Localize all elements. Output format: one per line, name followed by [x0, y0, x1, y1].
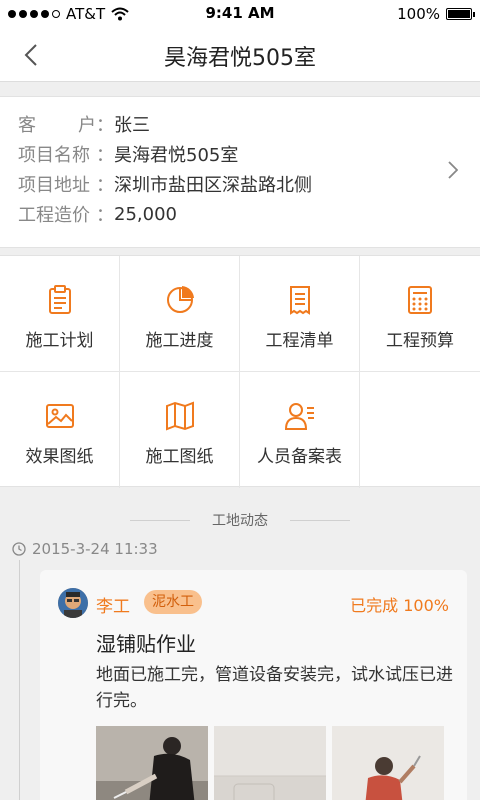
grid-item-effect-drawings[interactable]: 效果图纸: [0, 372, 120, 488]
customer-label: 客户：: [18, 115, 114, 136]
clipboard-icon: [48, 285, 71, 314]
grid-label: 工程预算: [386, 331, 454, 351]
grid-item-construction-drawings[interactable]: 施工图纸: [120, 372, 240, 488]
cost-label: 工程造价：: [18, 205, 114, 226]
project-info-card[interactable]: 客户： 张三 项目名称： 昊海君悦505室 项目地址： 深圳市盐田区深盐路北侧 …: [0, 96, 480, 248]
customer-value: 张三: [114, 115, 150, 136]
grid-item-personnel-record[interactable]: 人员备案表: [240, 372, 360, 488]
role-badge: 泥水工: [144, 590, 202, 614]
site-photo[interactable]: [96, 726, 208, 800]
grid-item-project-budget[interactable]: 工程预算: [360, 256, 480, 372]
feed-title: 湿铺贴作业: [96, 632, 196, 656]
battery-percent: 100%: [397, 5, 440, 23]
avatar[interactable]: [58, 588, 88, 618]
photo-strip: [96, 726, 444, 800]
site-photo[interactable]: [332, 726, 444, 800]
image-icon: [45, 404, 74, 428]
grid-item-construction-progress[interactable]: 施工进度: [120, 256, 240, 372]
feature-grid: 施工计划 施工进度 工程清单 工程预算 效果图纸 施工图纸 人员备案表: [0, 255, 480, 488]
grid-label: 人员备案表: [257, 447, 342, 467]
avatar-image: [58, 588, 88, 618]
pie-chart-icon: [166, 286, 194, 313]
info-row-address: 项目地址： 深圳市盐田区深盐路北侧: [18, 169, 312, 199]
site-photo[interactable]: [214, 726, 326, 800]
chevron-right-icon: [448, 161, 458, 179]
section-title: 工地动态: [212, 513, 268, 529]
feed-body: 地面已施工完，管道设备安装完，试水试压已进行完。: [96, 665, 453, 711]
timeline-line: [19, 560, 20, 800]
project-name-value: 昊海君悦505室: [114, 145, 239, 166]
navigation-bar: 昊海君悦505室: [0, 28, 480, 82]
grid-label: 施工进度: [145, 331, 214, 351]
timestamp-text: 2015-3-24 11:33: [32, 540, 158, 558]
grid-label: 工程清单: [265, 331, 334, 351]
project-name-label: 项目名称：: [18, 145, 114, 166]
grid-item-construction-plan[interactable]: 施工计划: [0, 256, 120, 372]
receipt-icon: [289, 286, 310, 315]
grid-item-project-list[interactable]: 工程清单: [240, 256, 360, 372]
status-bar: AT&T 9:41 AM 100%: [0, 0, 480, 28]
battery-icon: [446, 8, 475, 20]
person-list-icon: [284, 403, 314, 430]
site-updates-header: 工地动态: [0, 510, 480, 530]
info-row-cost: 工程造价： 25,000: [18, 199, 177, 229]
clock-icon: [12, 542, 26, 556]
page-title: 昊海君悦505室: [164, 46, 316, 71]
info-row-project-name: 项目名称： 昊海君悦505室: [18, 139, 238, 169]
feed-card[interactable]: 李工 泥水工 已完成 100% 湿铺贴作业 地面已施工完，管道设备安装完，试水试…: [40, 570, 467, 800]
divider: [290, 520, 350, 521]
map-icon: [165, 401, 194, 431]
address-label: 项目地址：: [18, 175, 114, 196]
calculator-icon: [408, 286, 432, 314]
cost-value: 25,000: [114, 203, 177, 225]
grid-label: 施工计划: [25, 331, 94, 351]
grid-label: 施工图纸: [145, 447, 214, 467]
info-row-customer: 客户： 张三: [18, 109, 150, 139]
completion-status: 已完成 100%: [350, 596, 449, 615]
grid-label: 效果图纸: [25, 447, 94, 467]
timeline-timestamp: 2015-3-24 11:33: [12, 540, 158, 558]
address-value: 深圳市盐田区深盐路北侧: [114, 175, 312, 196]
grid-empty-cell: [360, 372, 480, 488]
author-name[interactable]: 李工: [96, 592, 130, 617]
